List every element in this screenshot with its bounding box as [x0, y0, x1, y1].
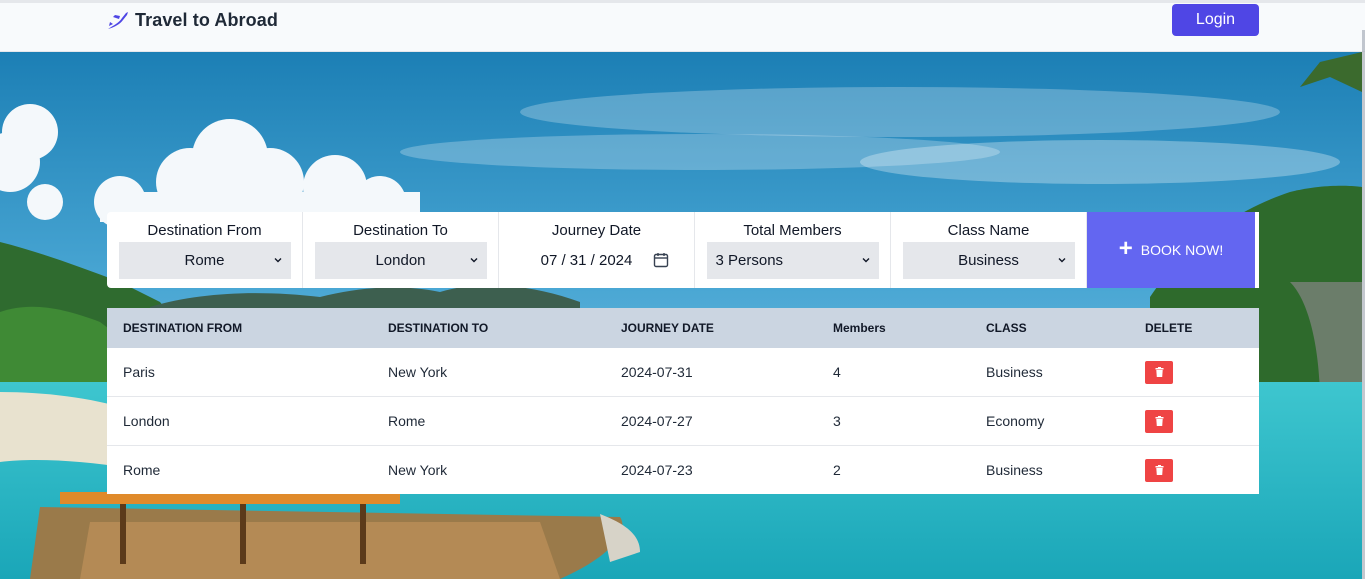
- destination-from-select[interactable]: Rome: [118, 242, 291, 279]
- trash-icon: [1155, 367, 1163, 377]
- destination-from-label: Destination From: [147, 222, 262, 239]
- delete-button[interactable]: [1145, 409, 1173, 433]
- journey-date-value: 07 / 31 / 2024: [540, 252, 633, 269]
- journey-date-input[interactable]: 07 / 31 / 2024: [511, 242, 683, 279]
- cell-to: New York: [388, 462, 448, 478]
- booking-form: Destination From Rome Destination To Lon…: [107, 212, 1259, 288]
- chevron-down-icon: [1058, 258, 1065, 263]
- destination-to-value: London: [375, 252, 426, 269]
- cell-class: Business: [986, 462, 1043, 478]
- destination-from-field: Destination From Rome: [107, 212, 303, 288]
- class-name-value: Business: [958, 252, 1019, 269]
- bookings-table: DESTINATION FROM DESTINATION TO JOURNEY …: [107, 308, 1259, 494]
- journey-date-label: Journey Date: [551, 222, 642, 239]
- navbar: Travel to Abroad Login: [0, 3, 1365, 52]
- cell-members: 2: [833, 462, 841, 478]
- brand[interactable]: Travel to Abroad: [107, 9, 278, 31]
- cell-date: 2024-07-27: [621, 413, 693, 429]
- calendar-icon[interactable]: [653, 252, 669, 268]
- plus-icon: +: [1118, 234, 1133, 262]
- total-members-label: Total Members: [743, 222, 842, 239]
- cell-to: Rome: [388, 413, 426, 429]
- destination-to-select[interactable]: London: [314, 242, 487, 279]
- cell-date: 2024-07-23: [621, 462, 693, 478]
- total-members-value: 3 Persons: [715, 252, 784, 269]
- cell-from: Paris: [123, 364, 155, 380]
- login-button[interactable]: Login: [1172, 4, 1259, 36]
- class-name-field: Class Name Business: [891, 212, 1087, 288]
- header-members: Members: [833, 321, 886, 335]
- header-destination-to: DESTINATION TO: [388, 321, 489, 335]
- total-members-field: Total Members 3 Persons: [695, 212, 891, 288]
- table-row: Paris New York 2024-07-31 4 Business: [107, 348, 1259, 397]
- total-members-select[interactable]: 3 Persons: [706, 242, 879, 279]
- cell-members: 4: [833, 364, 841, 380]
- cell-from: Rome: [123, 462, 161, 478]
- destination-to-field: Destination To London: [303, 212, 499, 288]
- class-name-select[interactable]: Business: [902, 242, 1075, 279]
- book-now-button[interactable]: + BOOK NOW!: [1087, 212, 1255, 288]
- destination-from-value: Rome: [184, 252, 225, 269]
- plane-icon: [108, 12, 128, 29]
- brand-name: Travel to Abroad: [135, 9, 278, 30]
- chevron-down-icon: [862, 258, 869, 263]
- destination-to-label: Destination To: [353, 222, 448, 239]
- delete-button[interactable]: [1145, 360, 1173, 384]
- header-destination-from: DESTINATION FROM: [123, 321, 243, 335]
- table-row: Rome New York 2024-07-23 2 Business: [107, 446, 1259, 494]
- table-header: DESTINATION FROM DESTINATION TO JOURNEY …: [107, 308, 1259, 348]
- delete-button[interactable]: [1145, 458, 1173, 482]
- cell-date: 2024-07-31: [621, 364, 693, 380]
- cell-from: London: [123, 413, 170, 429]
- trash-icon: [1155, 465, 1163, 475]
- header-delete: DELETE: [1145, 321, 1193, 335]
- chevron-down-icon: [274, 258, 281, 263]
- cell-to: New York: [388, 364, 448, 380]
- cell-class: Business: [986, 364, 1043, 380]
- header-journey-date: JOURNEY DATE: [621, 321, 714, 335]
- header-class: CLASS: [986, 321, 1027, 335]
- table-row: London Rome 2024-07-27 3 Economy: [107, 397, 1259, 446]
- cell-class: Economy: [986, 413, 1045, 429]
- class-name-label: Class Name: [947, 222, 1030, 239]
- trash-icon: [1155, 416, 1163, 426]
- cell-members: 3: [833, 413, 841, 429]
- journey-date-field: Journey Date 07 / 31 / 2024: [499, 212, 695, 288]
- book-now-label: BOOK NOW!: [1140, 242, 1224, 258]
- chevron-down-icon: [470, 258, 477, 263]
